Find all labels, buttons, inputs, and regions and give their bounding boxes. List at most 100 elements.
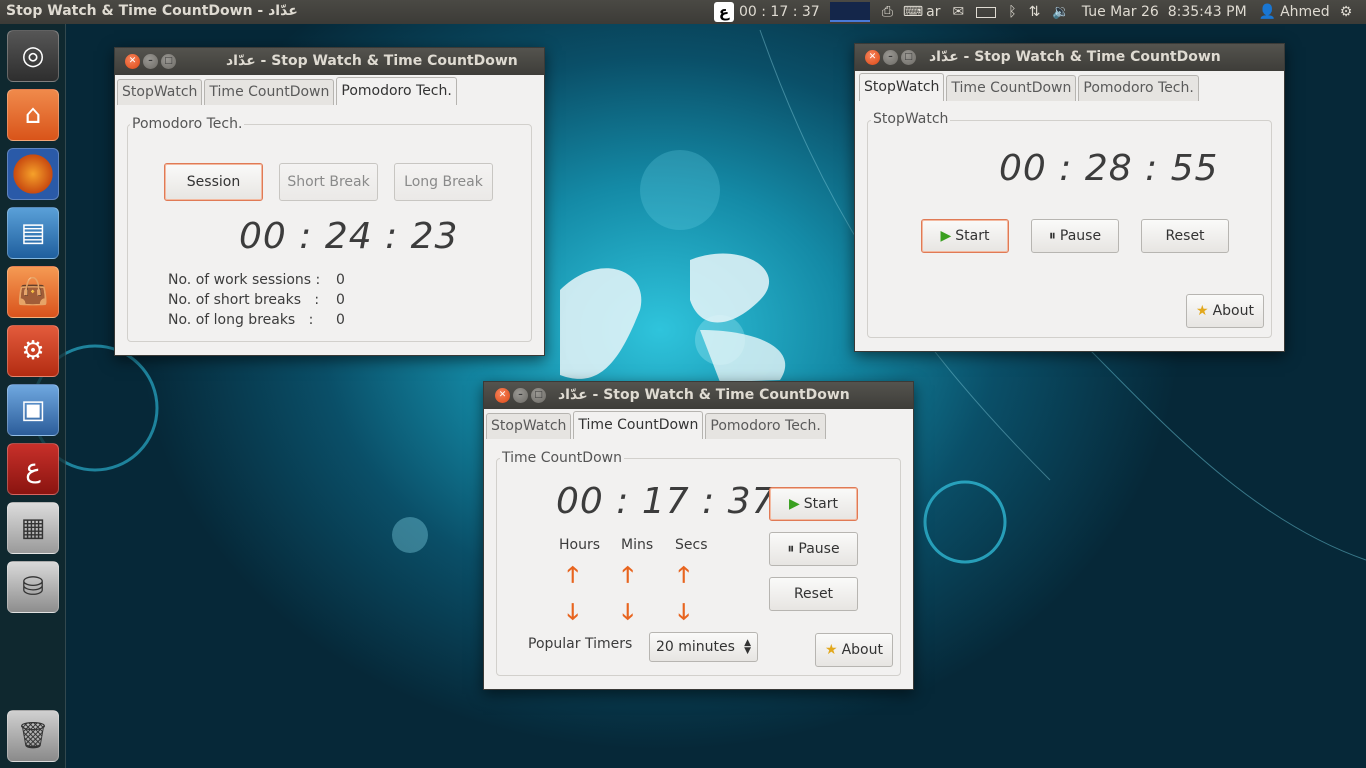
- frame-label: StopWatch: [871, 111, 951, 127]
- start-label: Start: [955, 228, 990, 244]
- popular-timers-label: Popular Timers: [528, 636, 633, 652]
- pause-icon: ⏸: [1048, 228, 1056, 244]
- volume-icon[interactable]: 🔉: [1052, 4, 1069, 20]
- window-stopwatch: ✕ – □ عدّاد - Stop Watch & Time CountDow…: [854, 43, 1285, 352]
- tab-stopwatch[interactable]: StopWatch: [859, 73, 945, 101]
- tab-time-countdown[interactable]: Time CountDown: [573, 411, 704, 439]
- mins-down-arrow-icon[interactable]: 🡓: [622, 595, 633, 633]
- popular-timers-select[interactable]: 20 minutes ▲ ▼: [649, 632, 758, 662]
- long-breaks-label: No. of long breaks :: [168, 312, 314, 328]
- mins-label: Mins: [621, 537, 654, 553]
- maximize-icon[interactable]: □: [901, 50, 916, 65]
- mail-icon[interactable]: ✉: [952, 4, 964, 20]
- short-breaks-value: 0: [336, 292, 345, 308]
- ubuntu-logo-icon[interactable]: ◎: [7, 30, 59, 82]
- battery-icon[interactable]: [976, 6, 997, 18]
- stopwatch-time-display: 00 : 28 : 55: [999, 148, 1219, 189]
- pause-label: Pause: [798, 541, 840, 557]
- bluetooth-icon[interactable]: ᛒ: [1008, 4, 1016, 20]
- frame-label: Time CountDown: [500, 450, 624, 466]
- hours-down-arrow-icon[interactable]: 🡓: [567, 595, 578, 633]
- window-title: عدّاد - Stop Watch & Time CountDown: [558, 387, 850, 403]
- disk-drive-icon[interactable]: ⛁: [7, 561, 59, 613]
- secs-down-arrow-icon[interactable]: 🡓: [678, 595, 689, 633]
- tab-stopwatch[interactable]: StopWatch: [486, 413, 572, 439]
- gear-icon[interactable]: ⚙: [1340, 4, 1353, 20]
- tab-pomodoro[interactable]: Pomodoro Tech.: [705, 413, 826, 439]
- window-titlebar[interactable]: ✕ – □ عدّاد - Stop Watch & Time CountDow…: [484, 382, 913, 409]
- user-icon[interactable]: 👤: [1259, 4, 1276, 20]
- active-app-title: Stop Watch & Time CountDown - عدّاد: [6, 3, 298, 19]
- firefox-icon[interactable]: [7, 148, 59, 200]
- spin-arrows-icon: ▲ ▼: [744, 638, 751, 656]
- minimize-icon[interactable]: –: [883, 50, 898, 65]
- adad-app-icon[interactable]: ع: [7, 443, 59, 495]
- workspace-switcher-icon[interactable]: ▦: [7, 502, 59, 554]
- frame-label: Pomodoro Tech.: [130, 116, 245, 132]
- window-titlebar[interactable]: ✕ – □ عدّاد - Stop Watch & Time CountDow…: [855, 44, 1284, 71]
- pause-button[interactable]: ⏸ Pause: [769, 532, 858, 566]
- about-button[interactable]: ★ About: [815, 633, 893, 667]
- countdown-time-display: 00 : 17 : 37: [556, 481, 776, 522]
- window-time-countdown: ✕ – □ عدّاد - Stop Watch & Time CountDow…: [483, 381, 914, 690]
- tab-stopwatch[interactable]: StopWatch: [117, 79, 203, 105]
- star-icon: ★: [1196, 303, 1209, 319]
- graph-icon[interactable]: [829, 2, 870, 22]
- hours-label: Hours: [559, 537, 601, 553]
- reset-button[interactable]: Reset: [1141, 219, 1229, 253]
- printer-icon[interactable]: ⎙: [882, 4, 893, 20]
- tab-pomodoro[interactable]: Pomodoro Tech.: [336, 77, 457, 105]
- writer-icon[interactable]: ▤: [7, 207, 59, 259]
- user-name[interactable]: Ahmed: [1280, 4, 1330, 20]
- close-icon[interactable]: ✕: [495, 388, 510, 403]
- keyboard-layout[interactable]: ar: [926, 4, 940, 20]
- work-sessions-value: 0: [336, 272, 345, 288]
- start-button[interactable]: ▶ Start: [769, 487, 858, 521]
- minimize-icon[interactable]: –: [513, 388, 528, 403]
- tray-area: ع 00 : 17 : 37 ⎙ ⌨ ar ✉ ᛒ ⇅ 🔉 Tue Mar 26…: [714, 0, 1352, 24]
- short-break-button[interactable]: Short Break: [279, 163, 378, 201]
- trash-icon[interactable]: 🗑: [7, 710, 59, 762]
- long-break-button[interactable]: Long Break: [394, 163, 493, 201]
- window-title: عدّاد - Stop Watch & Time CountDown: [929, 49, 1221, 65]
- work-sessions-label: No. of work sessions :: [168, 272, 321, 288]
- play-icon: ▶: [940, 228, 952, 244]
- keyboard-icon[interactable]: ⌨: [903, 4, 923, 20]
- minimize-icon[interactable]: –: [143, 54, 158, 69]
- pomodoro-time-display: 00 : 24 : 23: [239, 216, 459, 257]
- about-label: About: [841, 642, 883, 658]
- window-titlebar[interactable]: ✕ – □ عدّاد - Stop Watch & Time CountDow…: [115, 48, 544, 75]
- pause-button[interactable]: ⏸ Pause: [1031, 219, 1119, 253]
- top-panel: Stop Watch & Time CountDown - عدّاد ع 00…: [0, 0, 1366, 24]
- network-icon[interactable]: ⇅: [1029, 4, 1041, 20]
- launcher: ◎ ⌂ ▤ 👜 ⚙ ▣ ع ▦ ⛁ 🗑: [0, 24, 66, 768]
- reset-button[interactable]: Reset: [769, 577, 858, 611]
- system-settings-icon[interactable]: ⚙: [7, 325, 59, 377]
- hours-up-arrow-icon[interactable]: 🡑: [567, 558, 578, 596]
- secs-label: Secs: [675, 537, 708, 553]
- about-button[interactable]: ★ About: [1186, 294, 1264, 328]
- session-button[interactable]: Session: [164, 163, 263, 201]
- home-folder-icon[interactable]: ⌂: [7, 89, 59, 141]
- play-icon: ▶: [789, 496, 800, 512]
- start-label: Start: [803, 496, 838, 512]
- maximize-icon[interactable]: □: [531, 388, 546, 403]
- secs-up-arrow-icon[interactable]: 🡑: [678, 558, 689, 596]
- tab-time-countdown[interactable]: Time CountDown: [946, 75, 1077, 101]
- maximize-icon[interactable]: □: [161, 54, 176, 69]
- short-breaks-label: No. of short breaks :: [168, 292, 320, 308]
- close-icon[interactable]: ✕: [125, 54, 140, 69]
- software-center-icon[interactable]: 👜: [7, 266, 59, 318]
- start-button[interactable]: ▶ Start: [921, 219, 1009, 253]
- star-icon: ★: [825, 642, 838, 658]
- app-indicator-icon[interactable]: ع: [714, 2, 734, 22]
- tab-pomodoro[interactable]: Pomodoro Tech.: [1078, 75, 1199, 101]
- virtualbox-icon[interactable]: ▣: [7, 384, 59, 436]
- tray-countdown-time[interactable]: 00 : 17 : 37: [739, 4, 820, 20]
- mins-up-arrow-icon[interactable]: 🡑: [622, 558, 633, 596]
- clock[interactable]: Tue Mar 26 8:35:43 PM: [1082, 4, 1247, 20]
- tab-time-countdown[interactable]: Time CountDown: [204, 79, 335, 105]
- close-icon[interactable]: ✕: [865, 50, 880, 65]
- window-pomodoro: ✕ – □ عدّاد - Stop Watch & Time CountDow…: [114, 47, 545, 356]
- pause-icon: ⏸: [787, 541, 795, 557]
